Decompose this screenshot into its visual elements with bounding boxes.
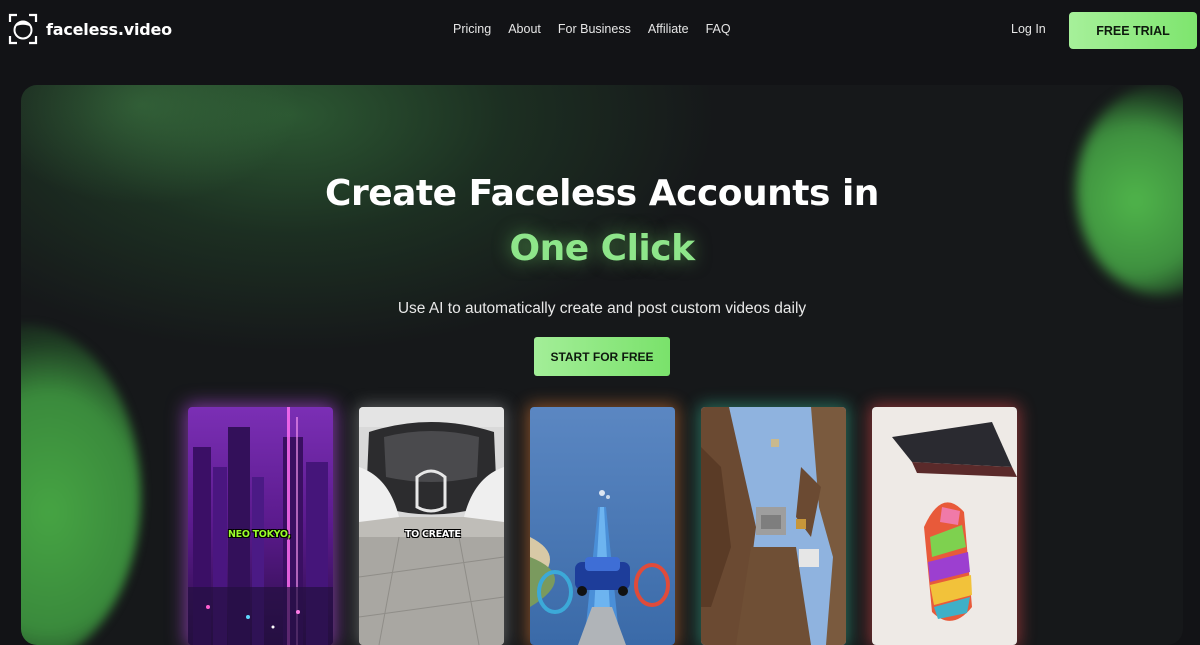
face-logo-icon	[8, 13, 38, 45]
login-link[interactable]: Log In	[1011, 22, 1046, 36]
race-game-thumbnail	[530, 407, 675, 645]
top-navbar: faceless.video Pricing About For Busines…	[0, 0, 1200, 60]
nav-pricing[interactable]: Pricing	[453, 22, 491, 36]
video-card-sports-car[interactable]: TO CREATE	[359, 407, 504, 645]
video-caption: NEO TOKYO,	[228, 529, 291, 540]
video-card-car-race-game[interactable]	[530, 407, 675, 645]
hero-section: Create Faceless Accounts in One Click Us…	[21, 85, 1183, 645]
minecraft-thumbnail	[701, 407, 846, 645]
neon-city-thumbnail	[188, 407, 333, 645]
green-blob-left	[21, 325, 141, 645]
hero-subtitle: Use AI to automatically create and post …	[397, 300, 807, 317]
brand-logo[interactable]: faceless.video	[8, 13, 172, 45]
nav-about[interactable]: About	[508, 22, 541, 36]
main-nav: Pricing About For Business Affiliate FAQ	[453, 22, 748, 36]
brand-name: faceless.video	[46, 19, 172, 39]
nav-faq[interactable]: FAQ	[706, 22, 731, 36]
hero-headline: Create Faceless Accounts in	[325, 173, 879, 214]
free-trial-button[interactable]: FREE TRIAL	[1069, 12, 1197, 49]
nav-affiliate[interactable]: Affiliate	[648, 22, 689, 36]
video-caption: TO CREATE	[405, 529, 461, 540]
hero-headline-accent: One Click	[509, 228, 695, 269]
nav-for-business[interactable]: For Business	[558, 22, 631, 36]
slicing-thumbnail	[872, 407, 1017, 645]
start-for-free-button[interactable]: START FOR FREE	[534, 337, 670, 376]
video-card-neon-city[interactable]: NEO TOKYO,	[188, 407, 333, 645]
video-card-slicing-asmr[interactable]	[872, 407, 1017, 645]
video-card-minecraft-parkour[interactable]	[701, 407, 846, 645]
sports-car-thumbnail	[359, 407, 504, 645]
